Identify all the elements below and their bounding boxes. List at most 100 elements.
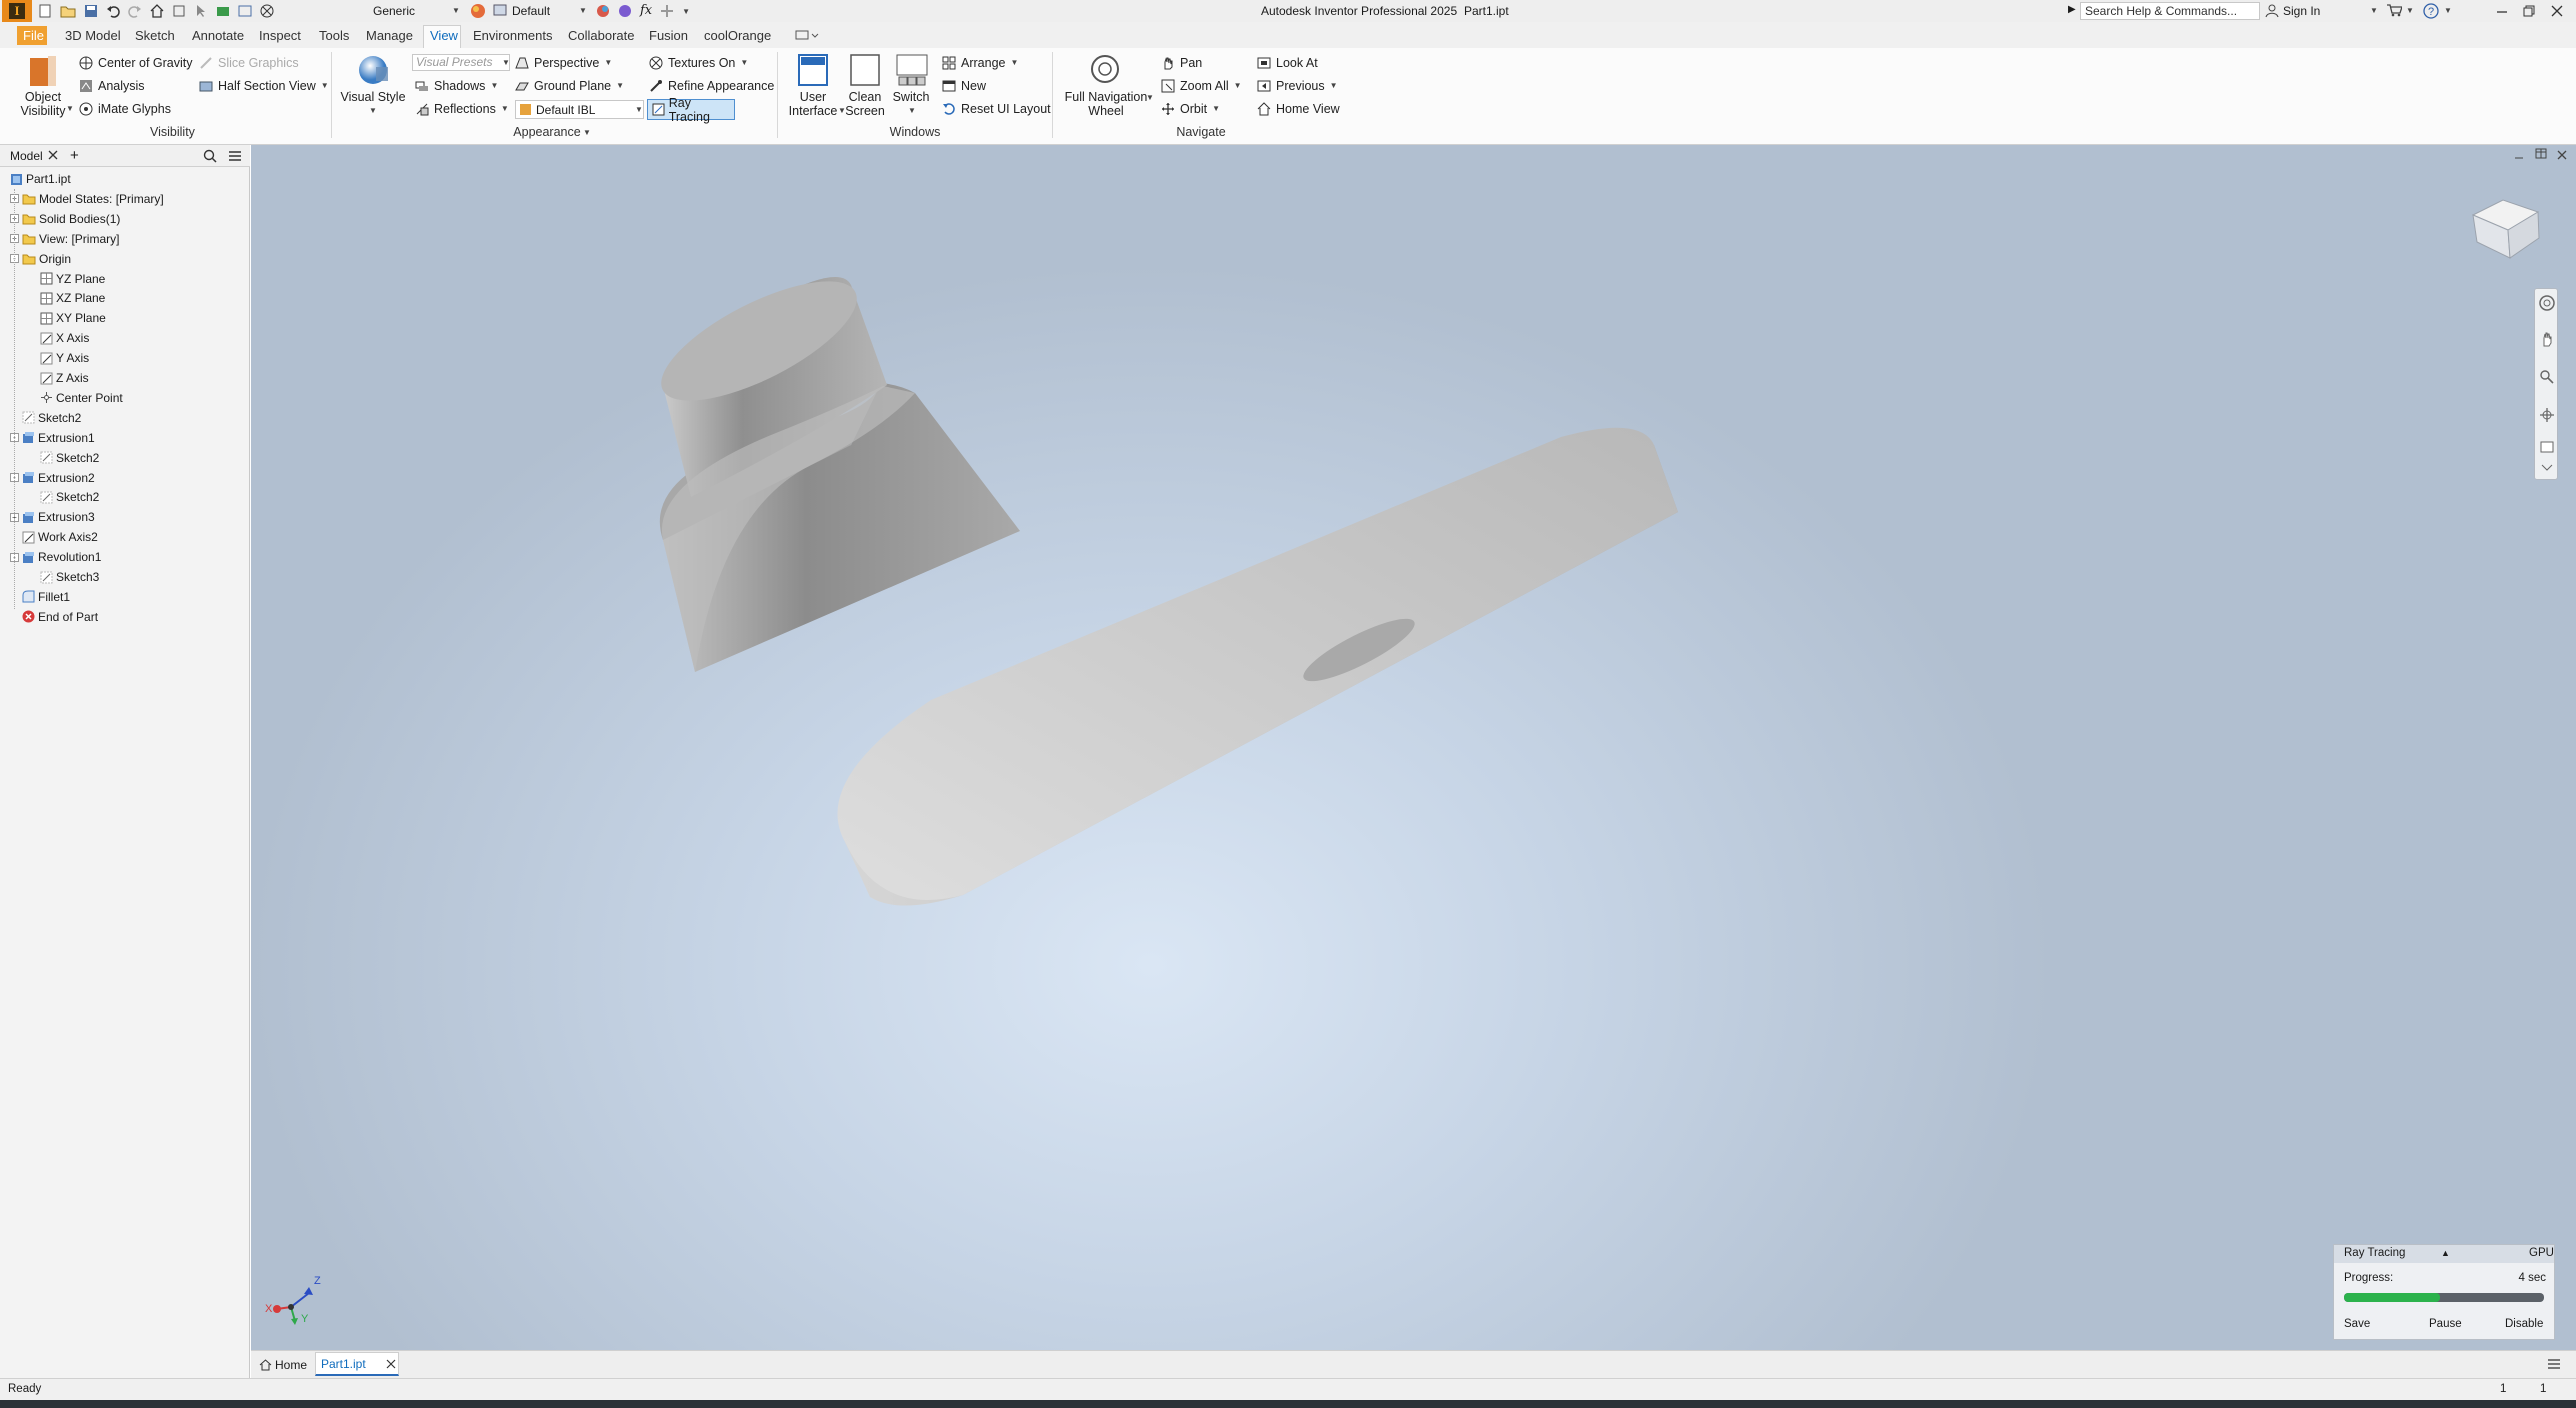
imate-glyphs-button[interactable]: iMate Glyphs xyxy=(79,101,171,117)
save-icon[interactable] xyxy=(84,4,98,18)
user-interface-icon[interactable] xyxy=(798,54,828,86)
customize-chevron-icon[interactable]: ▼ xyxy=(682,7,690,16)
material-chevron-icon[interactable]: ▼ xyxy=(452,6,460,15)
tree-item[interactable]: + Extrusion3 xyxy=(10,508,95,526)
clean-screen-icon[interactable] xyxy=(850,54,880,86)
browser-tab-model[interactable]: Model xyxy=(10,149,43,163)
object-visibility-label-1[interactable]: Object xyxy=(18,90,68,105)
tab-collaborate[interactable]: Collaborate xyxy=(568,27,635,44)
visual-style-label[interactable]: Visual Style xyxy=(338,90,408,105)
tree-item[interactable]: + Model States: [Primary] xyxy=(10,190,164,208)
reflections-button[interactable]: Reflections ▼ xyxy=(415,101,509,117)
viewport-minimize-icon[interactable] xyxy=(2513,149,2525,161)
browser-menu-icon[interactable] xyxy=(228,150,242,162)
tree-item[interactable]: Center Point xyxy=(40,389,123,407)
visual-presets-chevron-icon[interactable]: ▼ xyxy=(502,58,510,67)
half-section-view-button[interactable]: Half Section View ▼ xyxy=(199,78,329,94)
tab-tools[interactable]: Tools xyxy=(319,27,349,44)
redo-icon[interactable] xyxy=(128,4,142,18)
tree-item[interactable]: End of Part xyxy=(10,608,98,626)
help-icon[interactable]: ? xyxy=(2423,3,2439,19)
cart-icon[interactable] xyxy=(2386,3,2402,17)
disable-render-button[interactable]: Disable xyxy=(2505,1318,2543,1330)
viewport-maximize-icon[interactable] xyxy=(2535,148,2547,160)
pan-button[interactable]: Pan xyxy=(1161,55,1202,71)
switch-icon[interactable] xyxy=(896,54,928,86)
home-tab-icon[interactable] xyxy=(259,1359,272,1371)
home-tab[interactable]: Home xyxy=(275,1358,307,1372)
switch-chevron-icon[interactable]: ▼ xyxy=(908,106,916,115)
panel-options-icon[interactable] xyxy=(795,30,819,40)
browser-search-icon[interactable] xyxy=(203,149,217,163)
nav-pan-icon[interactable] xyxy=(2539,331,2555,347)
search-expand-icon[interactable]: ▶ xyxy=(2068,4,2076,15)
tab-sketch[interactable]: Sketch xyxy=(135,27,175,44)
tab-annotate[interactable]: Annotate xyxy=(192,27,244,44)
save-render-button[interactable]: Save xyxy=(2344,1318,2370,1330)
sign-in-chevron-icon[interactable]: ▼ xyxy=(2370,6,2378,15)
switch-label[interactable]: Switch xyxy=(886,90,936,105)
nav-look-at-icon[interactable] xyxy=(2539,439,2555,455)
object-visibility-chevron-icon[interactable]: ▼ xyxy=(66,104,74,113)
tab-view[interactable]: View xyxy=(430,27,458,44)
adjust-icon[interactable] xyxy=(596,4,610,18)
full-nav-wheel-label-2[interactable]: Wheel xyxy=(1060,104,1152,119)
perspective-button[interactable]: Perspective ▼ xyxy=(515,55,612,71)
zoom-all-button[interactable]: Zoom All ▼ xyxy=(1161,78,1242,94)
tab-3d-model[interactable]: 3D Model xyxy=(65,27,121,44)
tab-environments[interactable]: Environments xyxy=(473,27,552,44)
nav-zoom-icon[interactable] xyxy=(2539,369,2555,385)
undo-icon[interactable] xyxy=(106,4,120,18)
nav-orbit-icon[interactable] xyxy=(2539,407,2555,423)
tree-item[interactable]: - Extrusion2 xyxy=(10,469,95,487)
center-of-gravity-button[interactable]: Center of Gravity xyxy=(79,55,192,71)
app-logo-icon[interactable]: I xyxy=(2,0,32,22)
view-cube-icon[interactable] xyxy=(2463,190,2543,260)
user-interface-label-2[interactable]: Interface xyxy=(785,104,841,119)
pause-render-button[interactable]: Pause xyxy=(2429,1318,2462,1330)
previous-view-button[interactable]: Previous ▼ xyxy=(1257,78,1338,94)
tree-item[interactable]: + View: [Primary] xyxy=(10,230,119,248)
new-file-icon[interactable] xyxy=(38,4,52,18)
tree-item[interactable]: Sketch2 xyxy=(10,409,81,427)
cart-chevron-icon[interactable]: ▼ xyxy=(2406,6,2414,15)
update-icon[interactable] xyxy=(172,4,186,18)
tab-manage[interactable]: Manage xyxy=(366,27,413,44)
tree-item[interactable]: YZ Plane xyxy=(40,270,105,288)
object-visibility-label-2[interactable]: Visibility xyxy=(18,104,68,119)
close-part-tab-icon[interactable] xyxy=(386,1359,396,1369)
return-icon[interactable] xyxy=(216,4,230,18)
select-icon[interactable] xyxy=(194,4,208,18)
new-window-button[interactable]: New xyxy=(942,78,986,94)
help-chevron-icon[interactable]: ▼ xyxy=(2444,6,2452,15)
tab-coolorange[interactable]: coolOrange xyxy=(704,27,771,44)
ray-tracing-button[interactable]: Ray Tracing xyxy=(647,96,735,124)
home-view-button[interactable]: Home View xyxy=(1257,101,1340,117)
doc-tabs-menu-icon[interactable] xyxy=(2547,1358,2561,1370)
graphics-viewport[interactable]: Z X Y xyxy=(251,145,2576,1350)
visual-style-icon[interactable] xyxy=(356,53,390,87)
open-file-icon[interactable] xyxy=(60,4,76,18)
slice-graphics-button[interactable]: Slice Graphics xyxy=(199,55,299,71)
restore-icon[interactable] xyxy=(2522,4,2536,18)
shadows-button[interactable]: Shadows ▼ xyxy=(415,78,498,94)
tree-item[interactable]: Sketch2 xyxy=(40,488,99,506)
search-input[interactable]: Search Help & Commands... xyxy=(2080,2,2260,20)
object-visibility-icon[interactable] xyxy=(28,54,58,88)
close-window-icon[interactable] xyxy=(2550,4,2564,18)
ucs-icon[interactable] xyxy=(660,4,674,18)
tree-item[interactable]: - Origin xyxy=(10,250,71,268)
viewport-close-icon[interactable] xyxy=(2556,149,2568,161)
full-nav-wheel-label-1[interactable]: Full Navigation xyxy=(1060,90,1152,105)
look-at-button[interactable]: Look At xyxy=(1257,55,1318,71)
appearance-chevron-icon[interactable]: ▼ xyxy=(579,6,587,15)
arrange-button[interactable]: Arrange ▼ xyxy=(942,55,1018,71)
part-tab[interactable]: Part1.ipt xyxy=(321,1357,366,1371)
clean-screen-label-1[interactable]: Clean xyxy=(840,90,890,105)
tree-item[interactable]: Sketch2 xyxy=(40,449,99,467)
visual-style-chevron-icon[interactable]: ▼ xyxy=(369,106,377,115)
add-browser-tab-icon[interactable]: + xyxy=(70,148,79,163)
project-icon[interactable] xyxy=(238,4,252,18)
tab-fusion[interactable]: Fusion xyxy=(649,27,688,44)
orbit-button[interactable]: Orbit ▼ xyxy=(1161,101,1220,117)
